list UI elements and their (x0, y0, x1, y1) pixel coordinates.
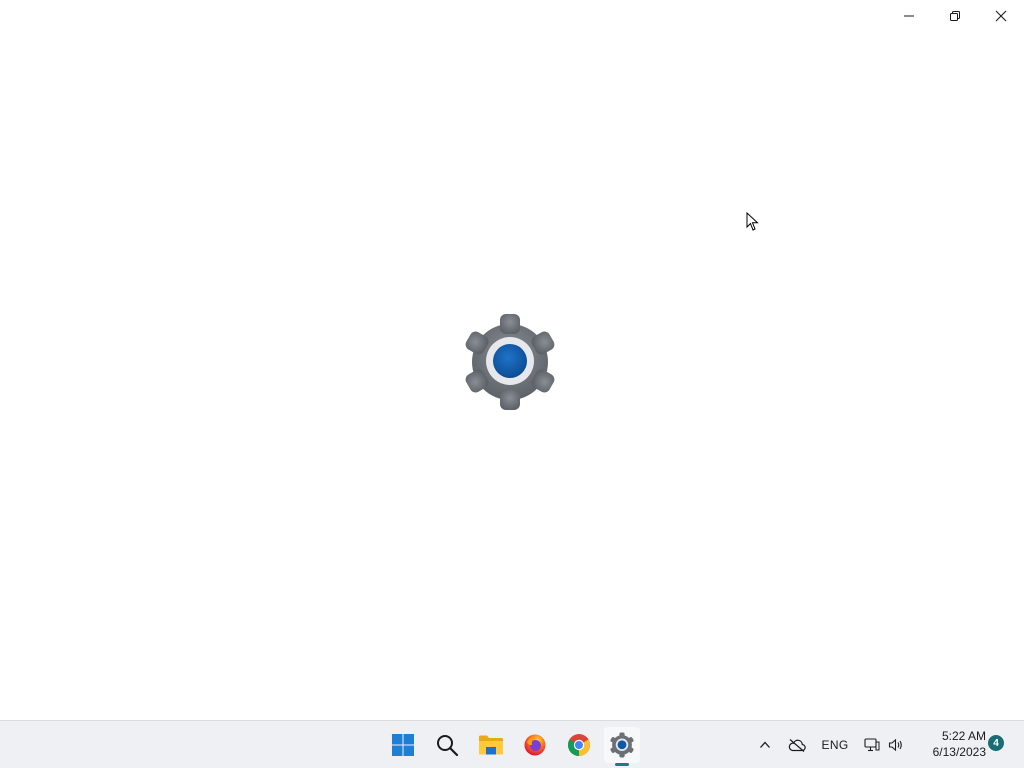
settings-window (0, 0, 1024, 720)
settings-taskbar-button[interactable] (604, 727, 640, 766)
mouse-cursor (746, 211, 760, 232)
title-bar-controls (886, 0, 1024, 32)
show-hidden-icons-button[interactable] (755, 733, 775, 757)
speaker-icon (888, 738, 902, 752)
onedrive-tray-button[interactable] (785, 733, 809, 757)
cloud-offline-icon (788, 739, 806, 752)
language-indicator[interactable]: ENG (818, 733, 852, 757)
chrome-icon (568, 734, 590, 756)
windows-logo-icon (392, 734, 414, 756)
settings-gear-icon (465, 314, 555, 410)
minimize-icon (904, 15, 914, 17)
search-button[interactable] (429, 727, 465, 763)
settings-gear-icon (610, 732, 634, 758)
clock-date: 6/13/2023 (932, 745, 986, 759)
network-icon (864, 738, 880, 752)
restore-icon (950, 11, 960, 21)
file-explorer-button[interactable] (473, 727, 509, 763)
network-tray-button[interactable] (862, 733, 882, 757)
notification-count-badge[interactable]: 4 (988, 735, 1004, 751)
minimize-button[interactable] (886, 0, 932, 32)
close-button[interactable] (978, 0, 1024, 32)
close-icon (995, 10, 1007, 22)
search-icon (437, 735, 459, 757)
start-button[interactable] (385, 727, 421, 763)
restore-button[interactable] (932, 0, 978, 32)
settings-splash-logo (460, 312, 560, 412)
chevron-up-icon (760, 741, 770, 748)
volume-tray-button[interactable] (885, 733, 907, 757)
clock[interactable]: 5:22 AM 6/13/2023 (916, 728, 986, 760)
taskbar: ENG 5:22 AM 6/13/2023 (0, 720, 1024, 768)
cursor-arrow-icon (746, 211, 759, 231)
firefox-button[interactable] (517, 727, 553, 763)
clock-time: 5:22 AM (941, 729, 986, 743)
folder-icon (479, 735, 503, 755)
active-app-indicator (615, 763, 629, 766)
firefox-icon (524, 734, 546, 756)
chrome-button[interactable] (561, 727, 597, 763)
